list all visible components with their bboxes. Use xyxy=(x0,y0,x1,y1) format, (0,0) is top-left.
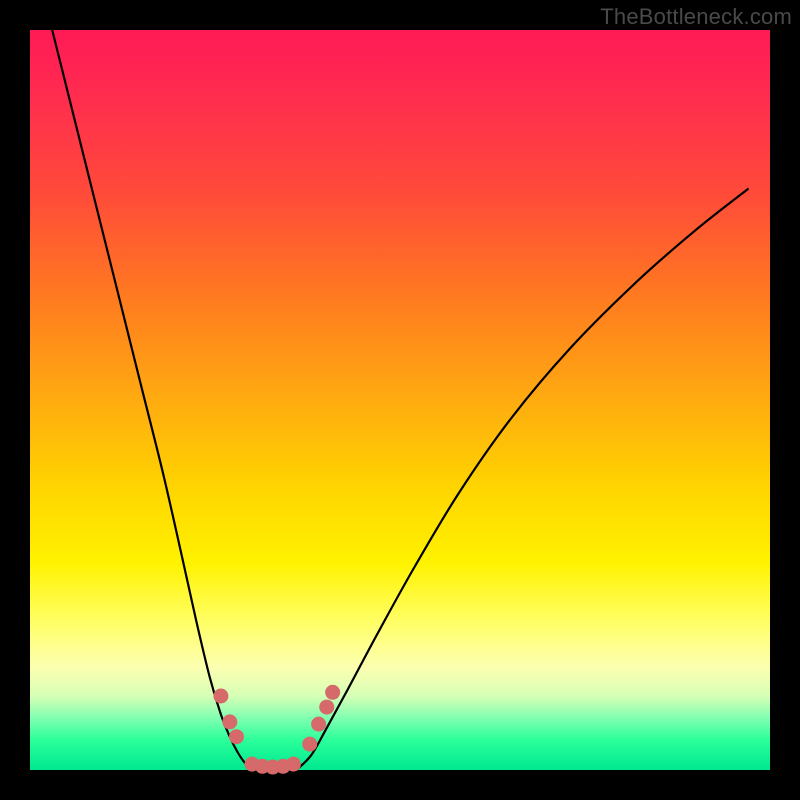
data-marker xyxy=(286,757,301,772)
data-marker xyxy=(325,685,340,700)
curve-left-branch xyxy=(52,30,252,770)
chart-svg xyxy=(30,30,770,770)
plot-area xyxy=(30,30,770,770)
markers-group xyxy=(213,685,340,775)
chart-frame: TheBottleneck.com xyxy=(0,0,800,800)
data-marker xyxy=(311,717,326,732)
data-marker xyxy=(229,729,244,744)
data-marker xyxy=(319,700,334,715)
data-marker xyxy=(302,737,317,752)
watermark-text: TheBottleneck.com xyxy=(600,4,792,30)
data-marker xyxy=(222,714,237,729)
data-marker xyxy=(213,689,228,704)
curve-right-branch xyxy=(296,189,747,770)
